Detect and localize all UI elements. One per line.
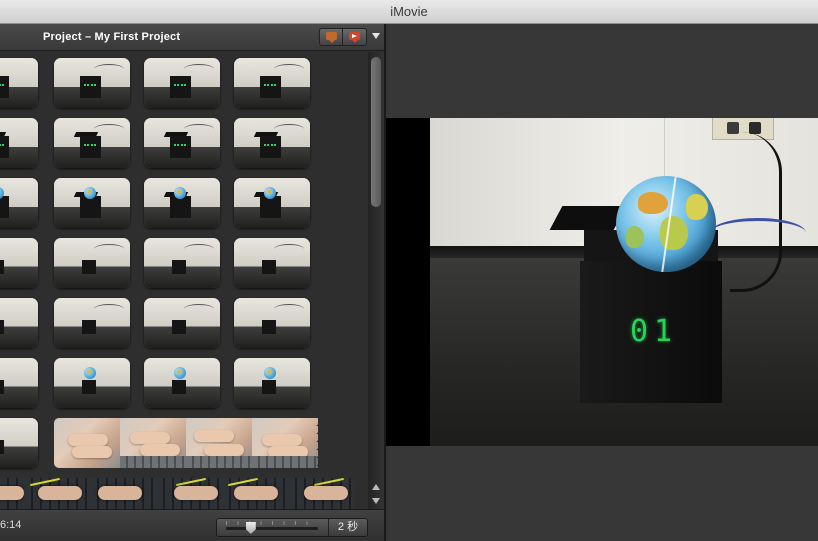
clip-thumbnail[interactable] bbox=[54, 238, 130, 288]
menu-arrow-icon[interactable] bbox=[372, 33, 380, 39]
clip-thumbnail[interactable] bbox=[234, 298, 310, 348]
clip-thumbnail[interactable] bbox=[0, 358, 38, 408]
clip-thumbnail[interactable] bbox=[54, 118, 130, 168]
clip-thumbnail[interactable] bbox=[54, 178, 130, 228]
clip-thumbnail[interactable] bbox=[144, 118, 220, 168]
project-duration: 6:14 bbox=[0, 519, 22, 531]
clip-thumbnail[interactable] bbox=[144, 58, 220, 108]
video-preview[interactable]: 01 bbox=[386, 118, 818, 446]
viewer-pane: 01 bbox=[386, 24, 818, 541]
clip-thumbnail[interactable] bbox=[0, 178, 38, 228]
clip-thumbnail[interactable] bbox=[0, 298, 38, 348]
clip-thumbnail[interactable] bbox=[0, 238, 38, 288]
clip-thumbnail[interactable] bbox=[0, 118, 38, 168]
header-button-group bbox=[319, 28, 367, 46]
comment-bubble-icon bbox=[326, 32, 337, 43]
slider-ticks bbox=[226, 521, 318, 525]
slider-knob[interactable] bbox=[245, 522, 256, 534]
project-header: Project – My First Project bbox=[0, 24, 384, 51]
imovie-window: iMovie Project – My First Project ! 6:14… bbox=[0, 0, 818, 541]
clip-frame bbox=[186, 418, 252, 468]
clip-frame bbox=[120, 418, 186, 468]
clip-thumbnail[interactable] bbox=[234, 118, 310, 168]
comment-marker-button[interactable] bbox=[319, 28, 343, 46]
globe bbox=[616, 176, 716, 272]
project-status-bar: 6:14 2 秒 bbox=[0, 509, 384, 541]
hands-clip-filmstrip[interactable] bbox=[54, 418, 318, 468]
slider-track bbox=[226, 527, 318, 530]
clip-thumbnail[interactable] bbox=[54, 298, 130, 348]
thumbnail-zoom-control: 2 秒 bbox=[216, 518, 368, 537]
clip-continues-edge bbox=[316, 418, 324, 468]
clip-thumbnail[interactable] bbox=[144, 178, 220, 228]
clip-thumbnail[interactable] bbox=[144, 298, 220, 348]
clip-thumbnail[interactable] bbox=[144, 358, 220, 408]
clip-thumbnail[interactable] bbox=[234, 58, 310, 108]
clip-thumbnail[interactable] bbox=[144, 238, 220, 288]
clip-thumbnail[interactable] bbox=[54, 358, 130, 408]
clip-thumbnail[interactable] bbox=[54, 58, 130, 108]
keyboard-clip-filmstrip[interactable] bbox=[0, 478, 354, 510]
scroll-up-arrow-icon[interactable] bbox=[372, 484, 380, 490]
chapter-marker-button[interactable] bbox=[343, 28, 367, 46]
clip-frame bbox=[54, 418, 120, 468]
project-pane: Project – My First Project ! 6:14 2 秒 bbox=[0, 24, 384, 541]
thumbnail-zoom-slider[interactable] bbox=[220, 519, 326, 536]
scroll-down-arrow-icon[interactable] bbox=[372, 498, 380, 504]
clip-thumbnail[interactable] bbox=[234, 358, 310, 408]
video-frame-image: 01 bbox=[430, 118, 818, 446]
zoom-value-label[interactable]: 2 秒 bbox=[329, 519, 367, 536]
clip-thumbnail[interactable] bbox=[234, 238, 310, 288]
clip-frame bbox=[252, 418, 318, 468]
scroll-thumb[interactable] bbox=[371, 57, 381, 207]
clip-thumbnail[interactable] bbox=[0, 58, 38, 108]
project-scrollbar[interactable] bbox=[368, 52, 384, 509]
project-filmstrip[interactable] bbox=[0, 52, 368, 509]
project-title: Project – My First Project bbox=[43, 31, 181, 43]
clip-thumbnail[interactable] bbox=[0, 418, 38, 468]
window-title: iMovie bbox=[0, 0, 818, 24]
led-display: 01 bbox=[630, 314, 679, 349]
clip-thumbnail[interactable] bbox=[234, 178, 310, 228]
chapter-marker-icon bbox=[349, 32, 360, 43]
